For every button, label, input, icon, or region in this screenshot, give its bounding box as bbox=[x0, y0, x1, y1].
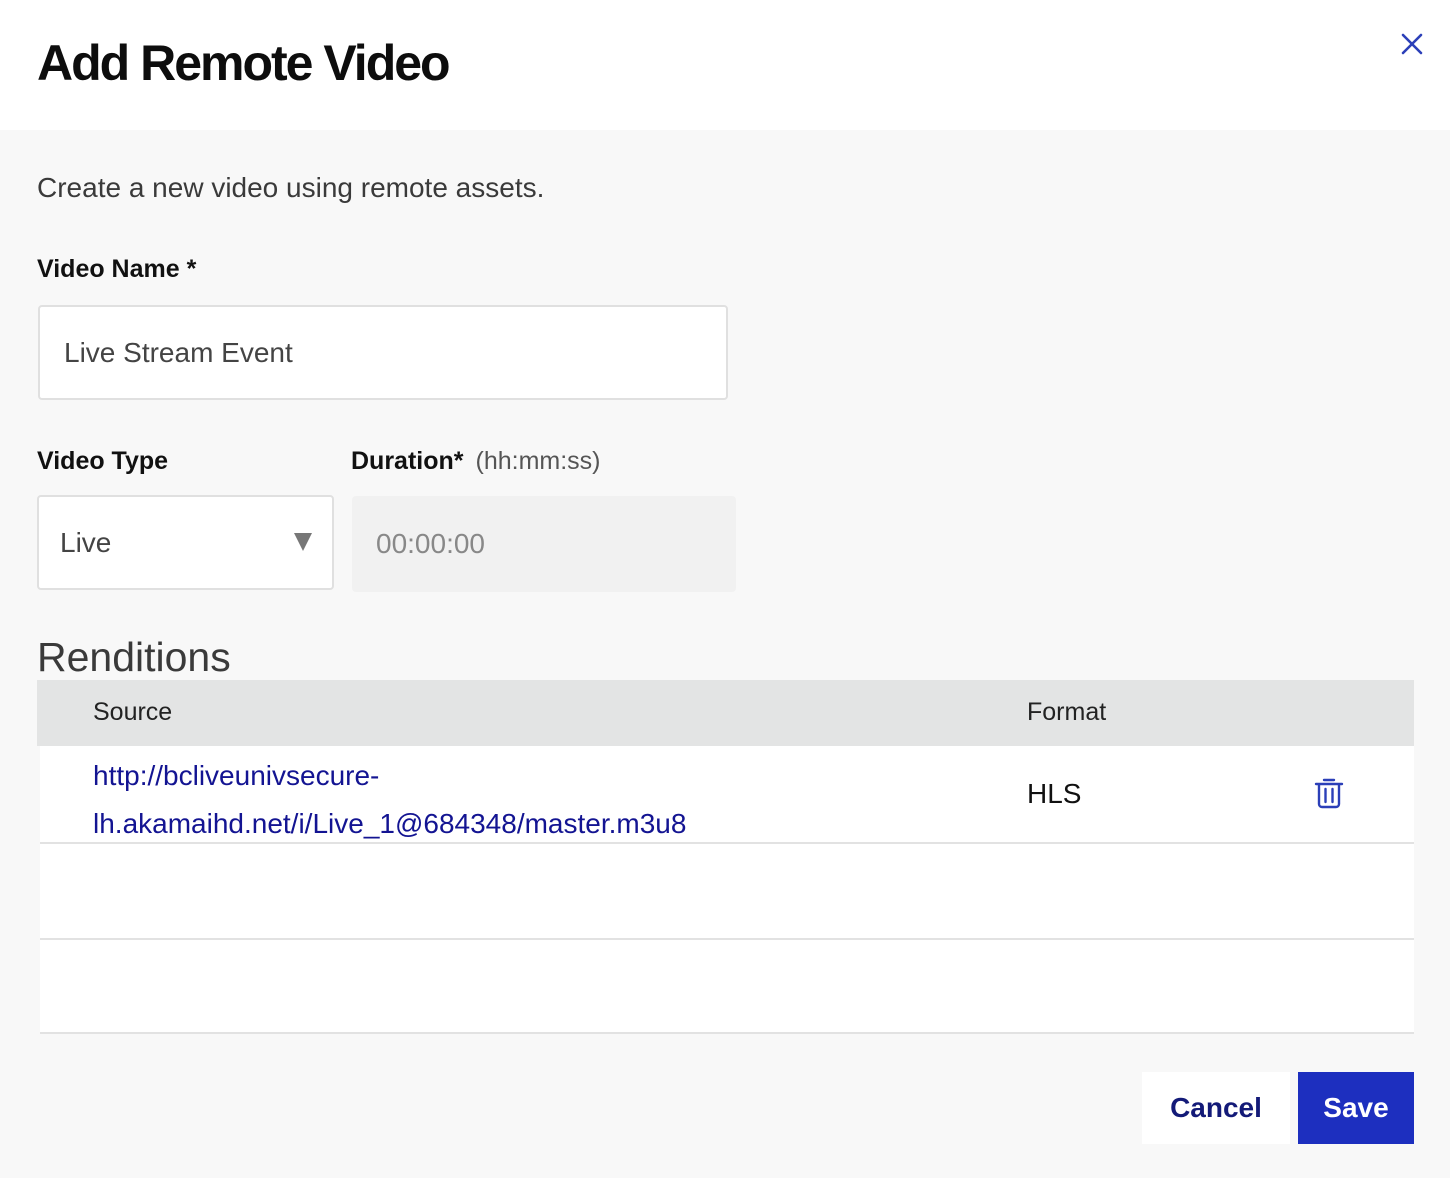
duration-hint: (hh:mm:ss) bbox=[475, 447, 601, 475]
dialog-title: Add Remote Video bbox=[37, 35, 451, 91]
table-row-empty bbox=[40, 844, 1414, 940]
source-line-2: lh.akamaihd.net/i/Live_1@684348/master.m… bbox=[93, 808, 687, 839]
table-header: Source Format bbox=[37, 680, 1414, 746]
dialog-header: Add Remote Video bbox=[0, 0, 1450, 130]
source-line-1: http://bcliveunivsecure- bbox=[93, 760, 380, 791]
table-row: http://bcliveunivsecure- lh.akamaihd.net… bbox=[40, 746, 1414, 844]
video-type-select[interactable]: Live bbox=[37, 495, 334, 590]
video-type-value: Live bbox=[60, 526, 112, 558]
renditions-table: Source Format http://bcliveunivsecure- l… bbox=[37, 680, 1414, 1034]
video-name-input[interactable]: Live Stream Event bbox=[38, 305, 728, 400]
table-row-empty bbox=[40, 940, 1414, 1034]
save-button[interactable]: Save bbox=[1298, 1072, 1414, 1144]
rendition-source-link[interactable]: http://bcliveunivsecure- lh.akamaihd.net… bbox=[93, 752, 813, 848]
video-name-value: Live Stream Event bbox=[64, 336, 293, 368]
renditions-title: Renditions bbox=[37, 634, 231, 680]
video-name-label: Video Name * bbox=[37, 255, 197, 283]
add-remote-video-dialog: Add Remote Video Create a new video usin… bbox=[0, 0, 1450, 1178]
chevron-down-icon bbox=[294, 533, 312, 551]
column-header-format: Format bbox=[1027, 698, 1107, 726]
rendition-format: HLS bbox=[1027, 778, 1082, 809]
duration-label: Duration* (hh:mm:ss) bbox=[351, 447, 601, 476]
column-header-source: Source bbox=[93, 698, 173, 726]
video-type-label: Video Type bbox=[37, 447, 169, 475]
trash-icon[interactable] bbox=[1314, 776, 1344, 810]
cancel-button[interactable]: Cancel bbox=[1142, 1072, 1290, 1144]
duration-label-text: Duration* bbox=[351, 447, 464, 475]
duration-value: 00:00:00 bbox=[376, 528, 485, 559]
close-icon[interactable] bbox=[1394, 26, 1430, 62]
dialog-description: Create a new video using remote assets. bbox=[37, 172, 545, 203]
duration-input[interactable]: 00:00:00 bbox=[352, 496, 736, 592]
